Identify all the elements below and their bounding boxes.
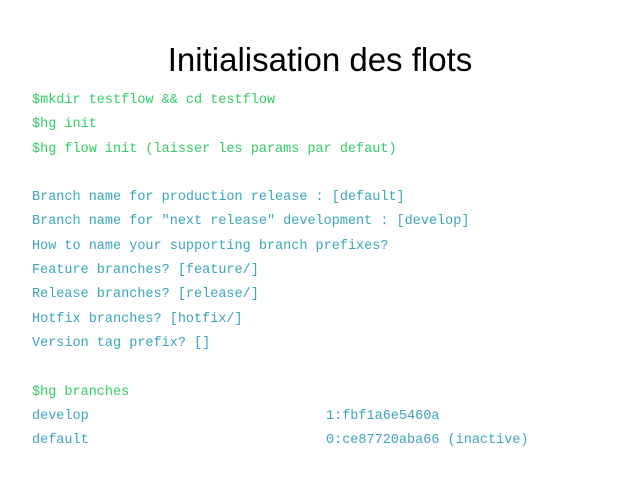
branch-revision: 0:ce87720aba66 (inactive): [326, 433, 529, 449]
branches-command-line: $hg branches: [32, 384, 130, 400]
prompt-line: Feature branches? [feature/]: [32, 263, 259, 279]
command-line: $hg init: [32, 117, 97, 133]
prompt-line: Hotfix branches? [hotfix/]: [32, 311, 243, 327]
branch-row: develop 1:fbf1a6e5460a: [32, 405, 612, 429]
branch-name: develop: [32, 408, 89, 424]
prompt-line: How to name your supporting branch prefi…: [32, 238, 389, 254]
prompt-line: Version tag prefix? []: [32, 335, 211, 351]
prompt-line: Branch name for production release : [de…: [32, 190, 405, 206]
command-line: $mkdir testflow && cd testflow: [32, 93, 276, 108]
terminal-transcript: $mkdir testflow && cd testflow $hg init …: [32, 89, 612, 453]
command-line: $hg flow init (laisser les params par de…: [32, 141, 397, 157]
branch-revision: 1:fbf1a6e5460a: [326, 408, 440, 424]
prompt-line: Release branches? [release/]: [32, 287, 259, 303]
slide-title: Initialisation des flots: [167, 41, 473, 78]
branch-name: default: [32, 433, 89, 449]
branch-row: default 0:ce87720aba66 (inactive): [32, 429, 612, 453]
prompt-line: Branch name for "next release" developme…: [32, 214, 470, 230]
